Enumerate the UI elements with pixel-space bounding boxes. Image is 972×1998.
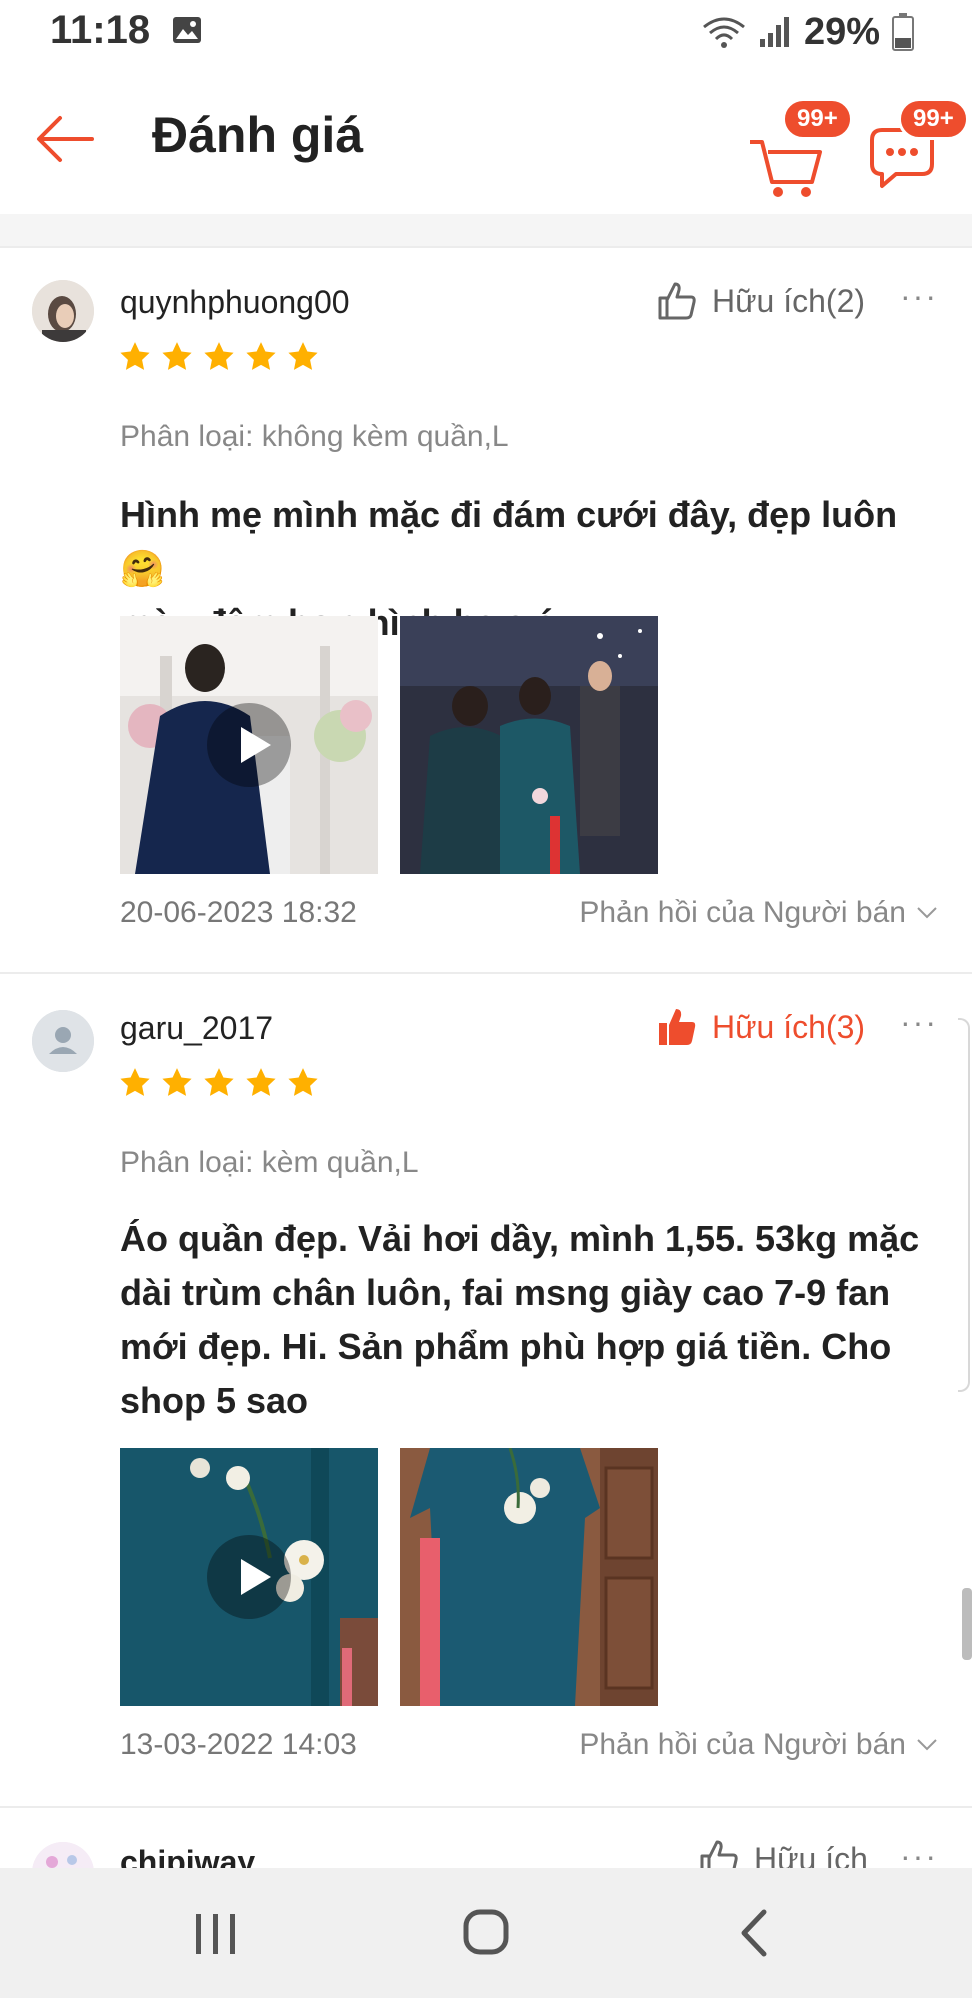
review-username[interactable]: garu_2017 bbox=[120, 1010, 273, 1047]
chat-button[interactable]: 99+ bbox=[868, 98, 969, 192]
variation-label: Phân loại: kèm quần,L bbox=[120, 1146, 419, 1179]
more-options-button[interactable]: ··· bbox=[900, 1838, 938, 1868]
avatar-photo bbox=[32, 1842, 94, 1868]
chat-badge: 99+ bbox=[898, 98, 969, 140]
page-title: Đánh giá bbox=[152, 107, 364, 163]
star-icon bbox=[120, 342, 150, 370]
app-header: Đánh giá 99+ 99+ bbox=[0, 64, 972, 216]
helpful-button[interactable]: Hữu ích bbox=[698, 1838, 868, 1868]
review-comment: Áo quần đẹp. Vải hơi dầy, mình 1,55. 53k… bbox=[120, 1212, 930, 1428]
review-username[interactable]: chipiway bbox=[120, 1844, 255, 1868]
play-icon bbox=[207, 1535, 291, 1619]
status-time: 11:18 bbox=[50, 8, 151, 52]
review-photo-image bbox=[400, 616, 658, 874]
battery-percentage: 29% bbox=[803, 10, 880, 53]
home-icon[interactable] bbox=[446, 1900, 526, 1966]
star-rating bbox=[118, 1066, 320, 1100]
gallery-icon bbox=[173, 17, 201, 43]
review-item: garu_2017 Hữu ích(3) ··· Phân loại: kèm … bbox=[0, 974, 972, 1806]
signal-icon bbox=[759, 17, 789, 47]
system-navigation-bar bbox=[0, 1868, 972, 1998]
avatar[interactable] bbox=[32, 1842, 94, 1868]
review-date: 13-03-2022 14:03 bbox=[120, 1728, 357, 1761]
seller-reply-label: Phản hồi của Người bán bbox=[579, 1728, 906, 1761]
star-rating bbox=[118, 340, 320, 374]
star-icon bbox=[246, 342, 276, 370]
variation-label: Phân loại: không kèm quần,L bbox=[120, 420, 509, 453]
chevron-down-icon bbox=[917, 907, 937, 919]
review-item: quynhphuong00 Hữu ích(2) ··· Phân loại: … bbox=[0, 248, 972, 972]
seller-reply-label: Phản hồi của Người bán bbox=[579, 896, 906, 929]
helpful-count: Hữu ích(3) bbox=[712, 1008, 866, 1045]
helpful-count: Hữu ích bbox=[754, 1840, 868, 1869]
review-photo-image bbox=[400, 1448, 658, 1706]
comment-line: Hình mẹ mình mặc đi đám cưới đây, đẹp lu… bbox=[120, 494, 898, 589]
helpful-button[interactable]: Hữu ích(3) bbox=[656, 1006, 865, 1048]
section-gap bbox=[0, 214, 972, 246]
star-icon bbox=[204, 1068, 234, 1096]
avatar[interactable] bbox=[32, 1010, 94, 1072]
review-photo[interactable] bbox=[400, 616, 658, 874]
thumbs-up-icon bbox=[658, 282, 696, 320]
review-photo[interactable] bbox=[400, 1448, 658, 1706]
more-options-button[interactable]: ··· bbox=[900, 1004, 938, 1041]
thumbs-up-icon bbox=[700, 1840, 738, 1868]
review-date: 20-06-2023 18:32 bbox=[120, 896, 357, 929]
helpful-button[interactable]: Hữu ích(2) bbox=[656, 280, 865, 322]
play-icon bbox=[207, 703, 291, 787]
review-item: chipiway Hữu ích ··· bbox=[0, 1808, 972, 1868]
review-username[interactable]: quynhphuong00 bbox=[120, 284, 350, 321]
scroll-track bbox=[958, 1018, 970, 1392]
scrollbar-thumb[interactable] bbox=[962, 1588, 972, 1660]
star-icon bbox=[204, 342, 234, 370]
avatar-photo bbox=[32, 280, 94, 342]
battery-icon bbox=[892, 13, 914, 51]
thumbs-up-filled-icon bbox=[659, 1009, 696, 1045]
cart-button[interactable]: 99+ bbox=[750, 98, 853, 197]
star-icon bbox=[288, 342, 318, 370]
comment-line: shop 5 sao bbox=[120, 1380, 309, 1421]
default-avatar-icon bbox=[32, 1010, 94, 1072]
comment-line: dài trùm chân luôn, fai msng giày cao 7-… bbox=[120, 1272, 891, 1313]
review-video-thumbnail[interactable] bbox=[120, 1448, 378, 1706]
recent-apps-icon[interactable] bbox=[176, 1900, 256, 1966]
star-icon bbox=[120, 1068, 150, 1096]
more-options-button[interactable]: ··· bbox=[900, 278, 938, 315]
comment-line: Áo quần đẹp. Vải hơi dầy, mình 1,55. 53k… bbox=[120, 1218, 920, 1259]
avatar[interactable] bbox=[32, 280, 94, 342]
status-bar: 11:18 29% bbox=[0, 0, 972, 64]
chevron-down-icon bbox=[917, 1739, 937, 1751]
back-arrow-icon[interactable] bbox=[30, 104, 100, 174]
star-icon bbox=[162, 1068, 192, 1096]
seller-reply-toggle[interactable]: Phản hồi của Người bán bbox=[579, 1728, 938, 1762]
back-icon[interactable] bbox=[716, 1900, 796, 1966]
review-video-thumbnail[interactable] bbox=[120, 616, 378, 874]
wifi-icon bbox=[703, 17, 745, 48]
seller-reply-toggle[interactable]: Phản hồi của Người bán bbox=[579, 896, 938, 930]
comment-line: mới đẹp. Hi. Sản phẩm phù hợp giá tiền. … bbox=[120, 1326, 892, 1367]
helpful-count: Hữu ích(2) bbox=[712, 282, 866, 319]
star-icon bbox=[162, 342, 192, 370]
cart-badge: 99+ bbox=[782, 98, 853, 140]
star-icon bbox=[246, 1068, 276, 1096]
star-icon bbox=[288, 1068, 318, 1096]
